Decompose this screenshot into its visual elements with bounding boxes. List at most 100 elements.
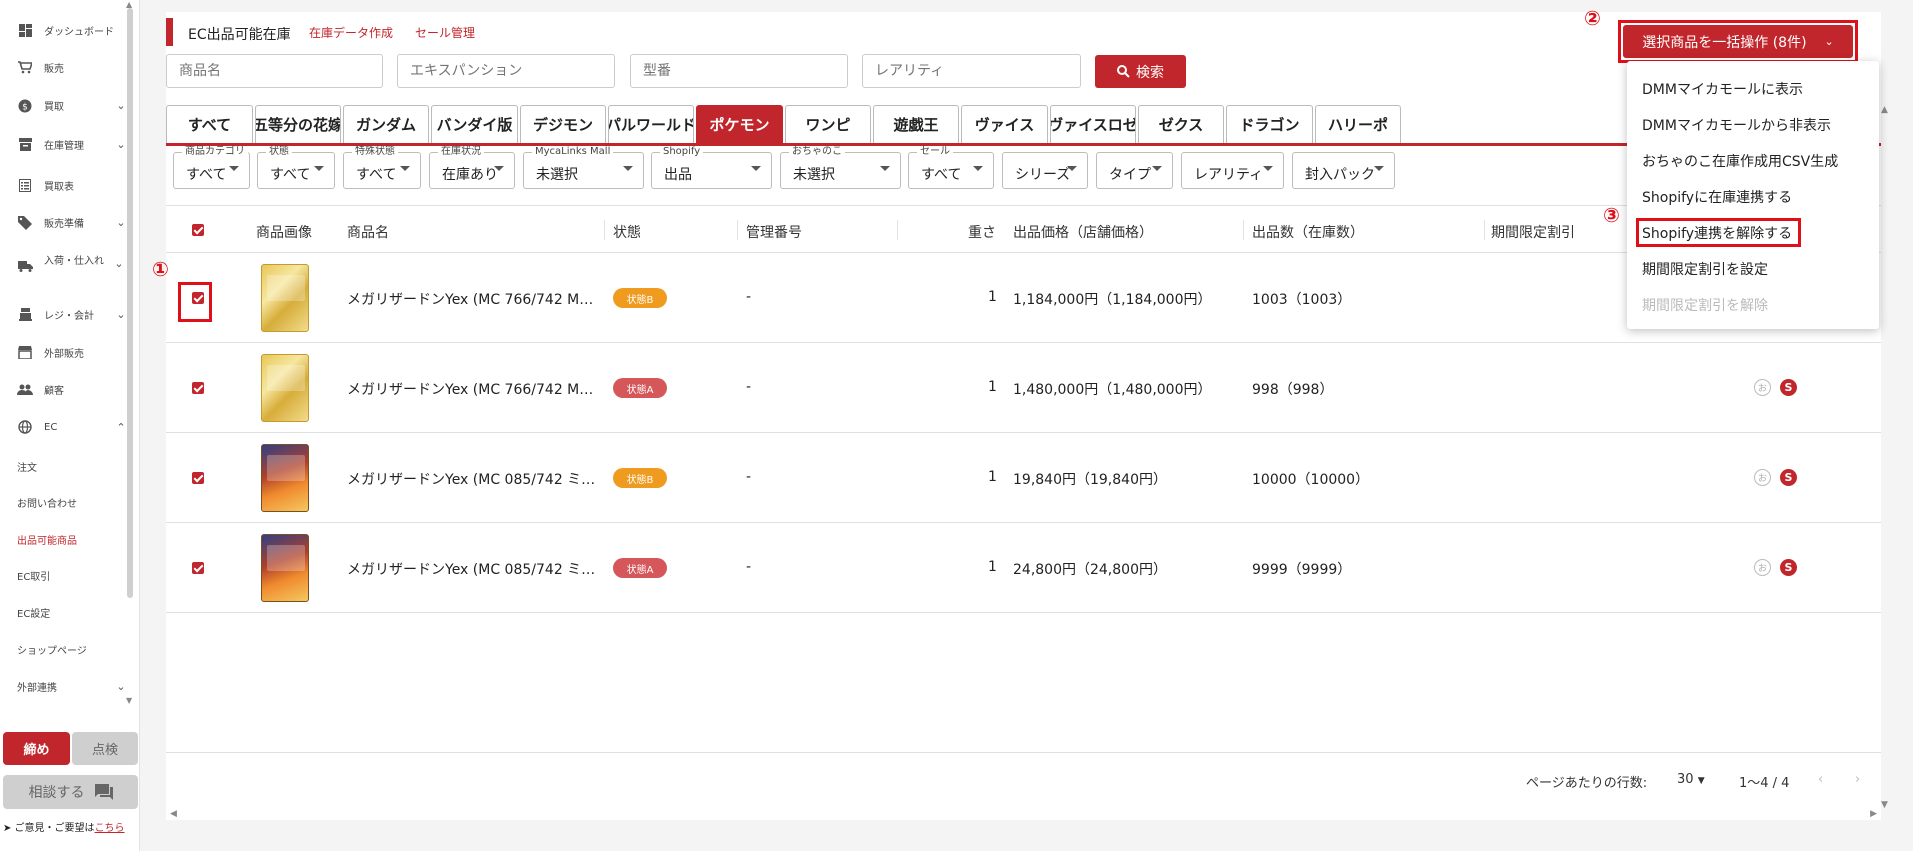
col-header-condition[interactable]: 状態 — [613, 222, 641, 242]
menu-item-shopify-link[interactable]: Shopifyに在庫連携する — [1642, 187, 1792, 207]
sidebar-sub-listable-items[interactable]: 出品可能商品 — [17, 532, 77, 547]
select-all-checkbox[interactable] — [192, 224, 204, 236]
manage-number: - — [746, 379, 752, 395]
row-checkbox[interactable] — [192, 562, 204, 574]
ochanoko-icon[interactable]: お — [1754, 559, 1771, 576]
next-page-icon[interactable]: › — [1855, 772, 1860, 787]
menu-item-dmm-show[interactable]: DMMマイカモールに表示 — [1642, 79, 1803, 99]
sidebar-sub-orders[interactable]: 注文 — [17, 459, 37, 474]
sidebar-sub-shop-page[interactable]: ショップページ — [17, 642, 87, 657]
filter-stock-status[interactable]: 在庫状況 在庫あり — [429, 146, 515, 189]
tab-onepiece[interactable]: ワンピ — [785, 105, 871, 143]
row-checkbox[interactable] — [192, 382, 204, 394]
product-name[interactable]: メガリザードンYex (MC 085/742 ミ… — [347, 469, 595, 489]
shopify-icon[interactable]: S — [1780, 469, 1797, 486]
sidebar-item-receiving[interactable]: 入荷・仕入れ ⌄ — [0, 255, 128, 273]
filter-pack[interactable]: 封入パック — [1292, 152, 1395, 189]
consult-button[interactable]: 相談する — [3, 775, 138, 809]
search-button[interactable]: 検索 — [1095, 55, 1186, 88]
vertical-scrollbar[interactable]: ▲ ▼ — [1881, 105, 1891, 810]
filter-special-condition[interactable]: 特殊状態 すべて — [343, 146, 421, 189]
product-name[interactable]: メガリザードンYex (MC 766/742 M… — [347, 379, 593, 399]
tab-bandai[interactable]: バンダイ版 — [431, 105, 518, 143]
scroll-left-icon[interactable]: ◀ — [170, 809, 177, 819]
tab-pokemon[interactable]: ポケモン — [696, 105, 783, 143]
col-header-qty[interactable]: 出品数（在庫数） — [1252, 222, 1364, 242]
filter-sale[interactable]: セール すべて — [908, 146, 994, 189]
horizontal-scrollbar[interactable]: ◀ ▶ — [166, 809, 1881, 820]
filter-rarity[interactable]: レアリティ — [1181, 152, 1284, 189]
inspect-button[interactable]: 点検 — [72, 732, 138, 765]
scroll-up-icon[interactable]: ▲ — [126, 0, 132, 9]
filter-ochanoko[interactable]: おちゃのこ 未選択 — [780, 146, 901, 189]
table-row[interactable]: メガリザードンYex (MC 766/742 M… 状態B - 1 1,184,… — [166, 253, 1881, 343]
tab-harry-potter[interactable]: ハリーポ — [1315, 105, 1401, 143]
tab-gundam[interactable]: ガンダム — [343, 105, 429, 143]
feedback-link[interactable]: こちら — [95, 823, 125, 834]
menu-item-dmm-hide[interactable]: DMMマイカモールから非表示 — [1642, 115, 1831, 135]
sidebar-sub-ec-settings[interactable]: EC設定 — [17, 605, 50, 620]
prev-page-icon[interactable]: ‹ — [1818, 772, 1823, 787]
rarity-input[interactable] — [862, 54, 1081, 88]
col-header-weight[interactable]: 重さ — [968, 222, 996, 242]
shopify-icon[interactable]: S — [1780, 559, 1797, 576]
product-name[interactable]: メガリザードンYex (MC 766/742 M… — [347, 289, 593, 309]
sidebar-item-ec[interactable]: EC ⌃ — [0, 420, 128, 434]
col-header-manage-no[interactable]: 管理番号 — [746, 222, 802, 242]
sidebar-item-register[interactable]: レジ・会計 ⌄ — [0, 307, 128, 322]
expansion-input[interactable] — [397, 54, 615, 88]
tab-all[interactable]: すべて — [166, 105, 253, 143]
sidebar-item-inventory[interactable]: 在庫管理 ⌄ — [0, 137, 128, 152]
rows-per-page-select[interactable]: 30 ▼ — [1677, 772, 1705, 787]
sidebar-item-customers[interactable]: 顧客 — [0, 382, 128, 397]
sidebar-item-purchase[interactable]: $ 買取 ⌄ — [0, 98, 128, 113]
product-name[interactable]: メガリザードンYex (MC 085/742 ミ… — [347, 559, 595, 579]
sidebar-sub-ec-transactions[interactable]: EC取引 — [17, 568, 50, 583]
scroll-down-icon[interactable]: ▼ — [1881, 800, 1888, 810]
tab-gotoubun[interactable]: 五等分の花嫁 — [255, 105, 341, 143]
sidebar-item-external-sales[interactable]: 外部販売 — [0, 345, 128, 360]
tab-dragon[interactable]: ドラゴン — [1226, 105, 1313, 143]
scroll-up-icon[interactable]: ▲ — [1881, 105, 1888, 115]
filter-shopify[interactable]: Shopify 出品 — [651, 146, 772, 189]
menu-item-ochanoko-csv[interactable]: おちゃのこ在庫作成用CSV生成 — [1642, 151, 1838, 171]
col-header-name[interactable]: 商品名 — [347, 222, 389, 242]
sale-management-link[interactable]: セール管理 — [415, 24, 475, 41]
ochanoko-icon[interactable]: お — [1754, 469, 1771, 486]
col-header-discount[interactable]: 期間限定割引 — [1491, 222, 1575, 242]
filter-mycalinks-mall[interactable]: MycaLinks Mall 未選択 — [523, 146, 644, 189]
tab-weiss-rose[interactable]: ヴァイスロゼ — [1050, 105, 1136, 143]
create-inventory-link[interactable]: 在庫データ作成 — [309, 24, 393, 41]
sidebar-scrollbar[interactable] — [127, 8, 133, 598]
ochanoko-icon[interactable]: お — [1754, 379, 1771, 396]
row-checkbox[interactable] — [192, 472, 204, 484]
chevron-down-icon: ⌄ — [116, 99, 126, 112]
tab-palworld[interactable]: パルワールド — [608, 105, 694, 143]
tab-digimon[interactable]: デジモン — [520, 105, 606, 143]
product-name-input[interactable] — [166, 54, 383, 88]
sidebar-item-integrations[interactable]: 外部連携 ⌄ — [0, 679, 128, 694]
sidebar-item-dashboard[interactable]: ダッシュボード — [0, 23, 128, 38]
col-header-price[interactable]: 出品価格（店舗価格） — [1013, 222, 1153, 242]
tab-yugioh[interactable]: 遊戯王 — [873, 105, 959, 143]
sidebar-sub-inquiries[interactable]: お問い合わせ — [17, 495, 77, 510]
table-row[interactable]: メガリザードンYex (MC 766/742 M… 状態A - 1 1,480,… — [166, 343, 1881, 433]
sidebar-item-purchase-table[interactable]: 買取表 — [0, 178, 128, 193]
filter-series[interactable]: シリーズ — [1002, 152, 1088, 189]
tab-weiss[interactable]: ヴァイス — [961, 105, 1048, 143]
model-number-input[interactable] — [630, 54, 848, 88]
sidebar-item-sales-prep[interactable]: 販売準備 ⌄ — [0, 215, 128, 230]
scroll-down-icon[interactable]: ▼ — [126, 696, 132, 705]
filter-condition[interactable]: 状態 すべて — [257, 146, 335, 189]
table-row[interactable]: メガリザードンYex (MC 085/742 ミ… 状態A - 1 24,800… — [166, 523, 1881, 613]
scroll-right-icon[interactable]: ▶ — [1870, 809, 1877, 819]
shopify-icon[interactable]: S — [1780, 379, 1797, 396]
tab-z-x[interactable]: ゼクス — [1138, 105, 1224, 143]
sidebar-item-label: 買取表 — [44, 182, 74, 193]
filter-type[interactable]: タイプ — [1096, 152, 1173, 189]
filter-category[interactable]: 商品カテゴリ すべて — [173, 146, 250, 189]
close-register-button[interactable]: 締め — [3, 732, 70, 765]
menu-item-set-discount[interactable]: 期間限定割引を設定 — [1642, 259, 1768, 279]
table-row[interactable]: メガリザードンYex (MC 085/742 ミ… 状態B - 1 19,840… — [166, 433, 1881, 523]
sidebar-item-sales[interactable]: 販売 — [0, 60, 128, 75]
